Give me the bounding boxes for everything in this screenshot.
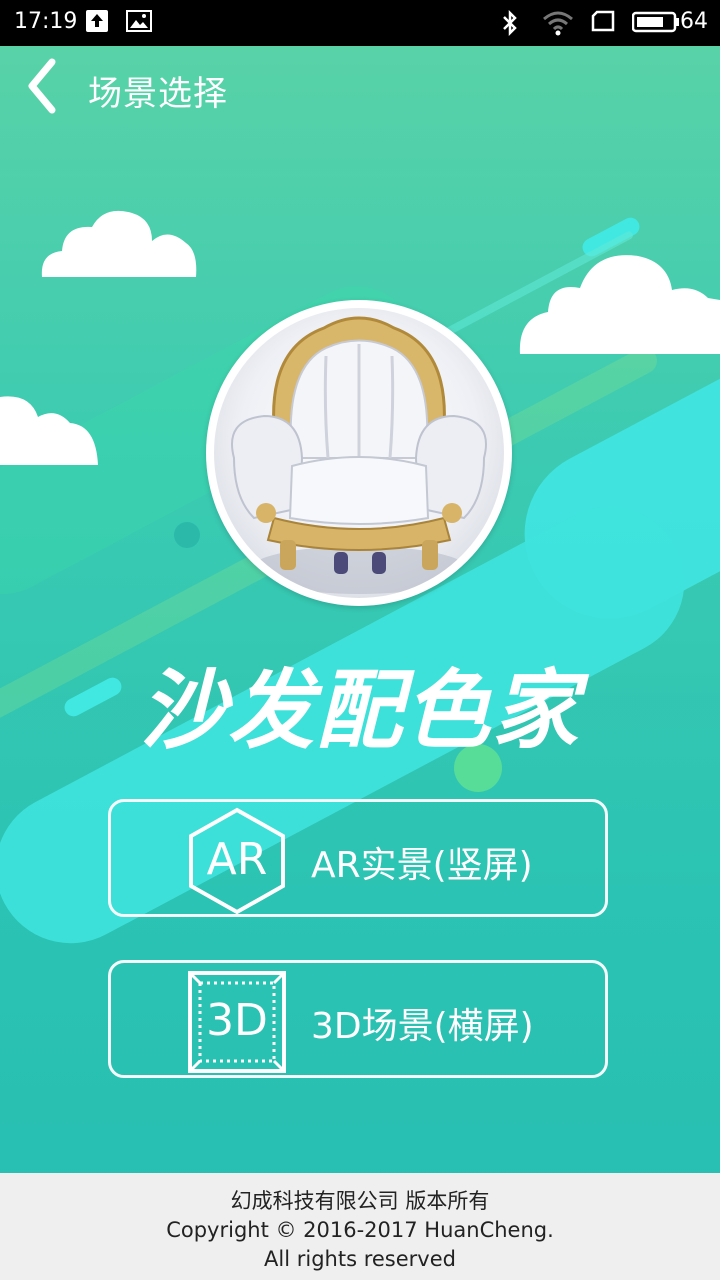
cloud-icon: [519, 255, 720, 354]
ar-mode-button[interactable]: AR AR实景(竖屏): [108, 799, 608, 917]
3d-cube-icon: 3D: [185, 967, 289, 1077]
back-button[interactable]: [18, 56, 78, 116]
status-bar: 17:19 64: [0, 0, 720, 46]
3d-mode-label: 3D场景(横屏): [311, 1006, 534, 1047]
wifi-icon: [543, 11, 573, 36]
footer-copyright: Copyright © 2016-2017 HuanCheng.: [166, 1218, 554, 1242]
cloud-icon: [0, 396, 98, 465]
battery-percent: 64: [680, 9, 708, 34]
app-screen: 17:19 64 场景选择 沙发配色家 AR AR实景(竖屏) 3D 3D场景(…: [0, 0, 720, 1280]
brand-name: 沙发配色家: [140, 661, 580, 761]
sim-icon: [591, 10, 615, 32]
ar-mode-label: AR实景(竖屏): [311, 845, 533, 886]
ar-hexagon-icon: AR: [185, 806, 289, 916]
image-icon: [126, 10, 152, 32]
upload-icon: [86, 10, 108, 32]
footer-company: 幻成科技有限公司 版本所有: [230, 1189, 490, 1213]
app-logo: [206, 300, 512, 606]
3d-icon-text: 3D: [206, 995, 268, 1046]
3d-mode-button[interactable]: 3D 3D场景(横屏): [108, 960, 608, 1078]
armchair-image: [214, 308, 504, 598]
app-header: 场景选择: [0, 46, 720, 130]
chevron-left-icon: [28, 58, 56, 114]
footer-rights: All rights reserved: [264, 1247, 456, 1271]
ar-icon-text: AR: [206, 834, 268, 885]
page-title: 场景选择: [88, 74, 228, 114]
footer: 幻成科技有限公司 版本所有 Copyright © 2016-2017 Huan…: [0, 1173, 720, 1280]
battery-icon: [632, 11, 679, 33]
cloud-icon: [41, 210, 197, 277]
bluetooth-icon: [503, 10, 517, 36]
status-time: 17:19: [14, 9, 78, 34]
